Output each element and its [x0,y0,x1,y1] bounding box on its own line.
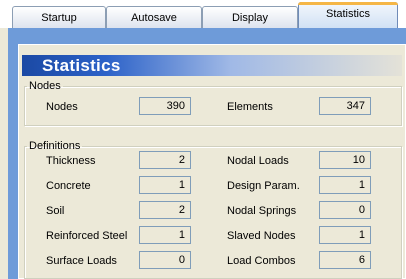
load-combos-count-field[interactable]: 6 [319,251,371,269]
surface-loads-count-field[interactable]: 0 [139,251,191,269]
soil-label: Soil [46,205,65,217]
reinforced-steel-label: Reinforced Steel [46,230,128,242]
elements-count-field[interactable]: 347 [319,97,371,115]
thickness-label: Thickness [46,155,96,167]
tab-display[interactable]: Display [202,6,298,28]
tab-label: Display [231,12,269,24]
thickness-count-field[interactable]: 2 [139,151,191,169]
slaved-nodes-label: Slaved Nodes [227,230,296,242]
design-param-label: Design Param. [227,180,300,192]
nodes-count-field[interactable]: 390 [139,97,191,115]
design-param-count-field[interactable]: 1 [319,176,371,194]
definitions-group-legend: Definitions [29,140,81,152]
load-combos-label: Load Combos [227,255,296,267]
nodal-loads-count-field[interactable]: 10 [319,151,371,169]
tab-bar: Startup Autosave Display Statistics [0,0,406,29]
nodal-springs-count-field[interactable]: 0 [319,201,371,219]
reinforced-steel-count-field[interactable]: 1 [139,226,191,244]
tab-autosave[interactable]: Autosave [106,6,202,28]
elements-label: Elements [227,101,273,113]
nodes-label: Nodes [46,101,78,113]
slaved-nodes-count-field[interactable]: 1 [319,226,371,244]
tab-startup[interactable]: Startup [12,6,106,28]
tab-label: Startup [41,12,77,24]
nodal-springs-label: Nodal Springs [227,205,297,217]
concrete-label: Concrete [46,180,91,192]
surface-loads-label: Surface Loads [46,255,117,267]
tab-statistics[interactable]: Statistics [298,2,398,29]
tab-label: Autosave [131,12,177,24]
nodal-loads-label: Nodal Loads [227,155,289,167]
section-banner: Statistics [22,55,402,76]
nodes-group-legend: Nodes [29,80,61,92]
tab-label: Statistics [325,8,370,20]
concrete-count-field[interactable]: 1 [139,176,191,194]
page-title: Statistics [42,56,121,75]
soil-count-field[interactable]: 2 [139,201,191,219]
